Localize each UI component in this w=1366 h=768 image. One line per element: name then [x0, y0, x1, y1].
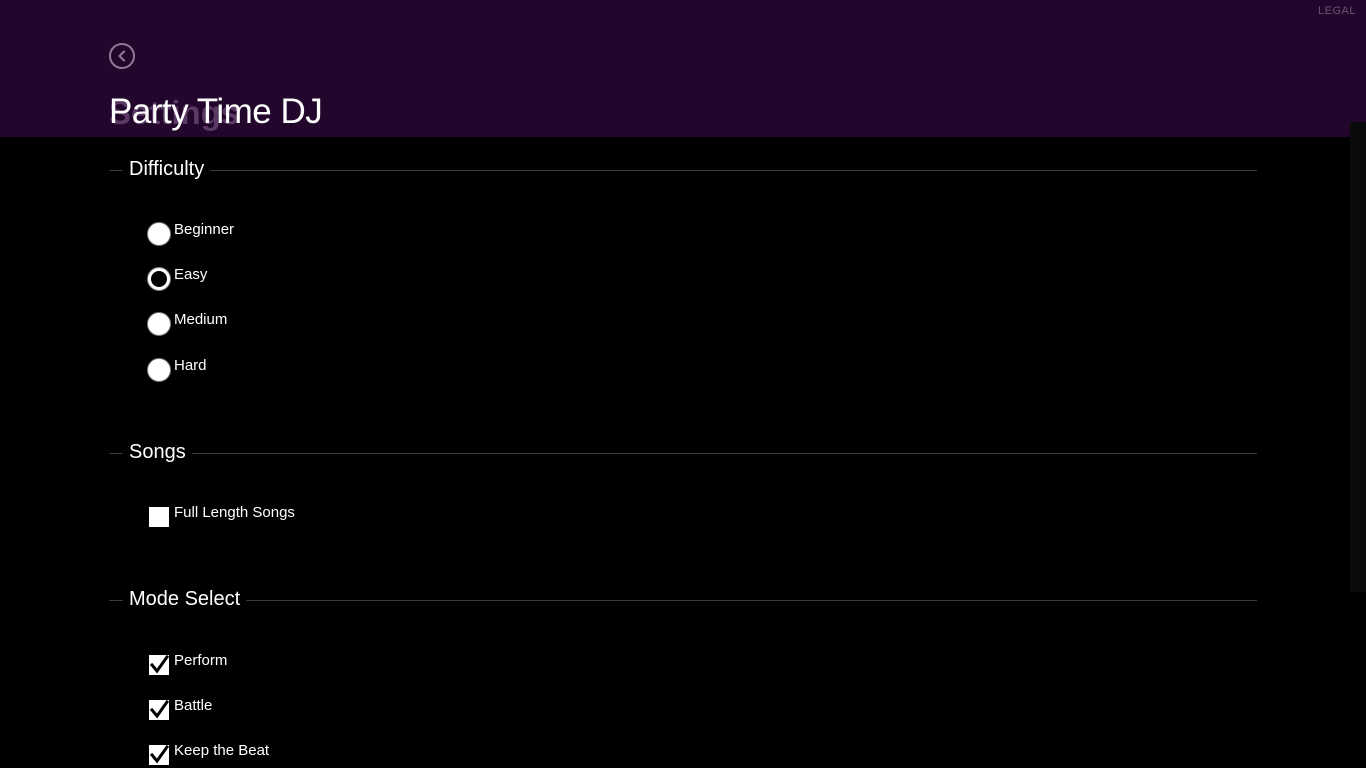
radio-option-easy[interactable]: Easy	[147, 265, 207, 291]
radio-dot	[153, 273, 165, 285]
section-divider	[109, 453, 1257, 454]
section-divider	[109, 600, 1257, 601]
section-label: Mode Select	[123, 588, 247, 611]
header-bar: LEGAL Settings Party Time DJ	[0, 0, 1366, 137]
app-title: Party Time DJ	[109, 92, 323, 131]
section-label: Difficulty	[123, 158, 211, 181]
checkbox-checked[interactable]	[149, 655, 169, 675]
checkbox[interactable]	[149, 507, 169, 527]
radio-option-medium[interactable]: Medium	[147, 310, 227, 336]
radio-button[interactable]	[147, 358, 171, 382]
scrollbar[interactable]	[1350, 122, 1366, 592]
checkbox-checked[interactable]	[149, 700, 169, 720]
option-label: Hard	[174, 357, 207, 374]
checkbox-option-battle[interactable]: Battle	[147, 696, 212, 722]
section-divider	[109, 170, 1257, 171]
radio-option-hard[interactable]: Hard	[147, 356, 207, 382]
option-label: Full Length Songs	[174, 504, 295, 521]
checkmark-icon	[149, 655, 169, 674]
checkmark-icon	[149, 700, 169, 719]
checkbox-option-perform[interactable]: Perform	[147, 651, 227, 677]
legal-link[interactable]: LEGAL	[1318, 5, 1356, 17]
checkmark-icon	[149, 745, 169, 764]
section-songs: Songs	[109, 441, 1257, 465]
section-difficulty: Difficulty	[109, 158, 1257, 182]
option-label: Beginner	[174, 221, 235, 238]
option-label: Medium	[174, 311, 228, 328]
checkbox-option-full-length-songs[interactable]: Full Length Songs	[147, 503, 295, 529]
chevron-left-icon	[118, 50, 125, 62]
back-button[interactable]	[109, 43, 135, 69]
option-label: Keep the Beat	[174, 742, 270, 759]
section-label: Songs	[123, 441, 192, 464]
option-label: Battle	[174, 697, 213, 714]
radio-button-selected[interactable]	[147, 267, 171, 291]
section-mode-select: Mode Select	[109, 588, 1257, 612]
radio-button[interactable]	[147, 312, 171, 336]
checkbox-option-keep-the-beat[interactable]: Keep the Beat	[147, 741, 269, 767]
option-label: Easy	[174, 266, 208, 283]
checkbox-checked[interactable]	[149, 745, 169, 765]
radio-option-beginner[interactable]: Beginner	[147, 220, 234, 246]
radio-button[interactable]	[147, 222, 171, 246]
option-label: Perform	[174, 652, 228, 669]
